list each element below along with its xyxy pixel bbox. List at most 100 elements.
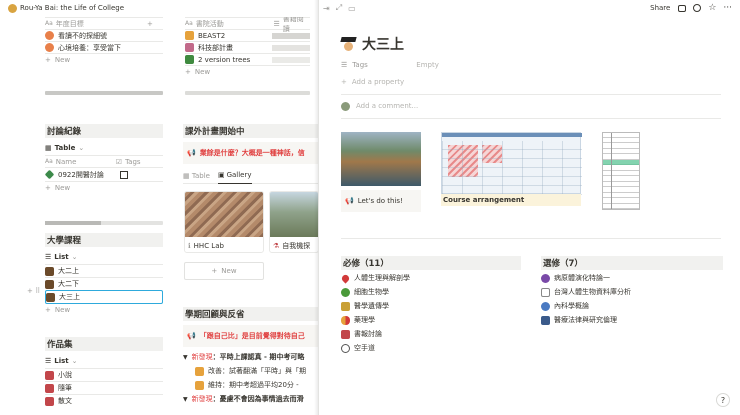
tab-table[interactable]: ▦ Table <box>183 172 210 180</box>
text-prop-icon: Aa <box>185 20 193 27</box>
horizontal-scrollbar[interactable] <box>185 91 310 95</box>
add-property-button[interactable]: + Add a property <box>341 76 404 88</box>
expand-icon[interactable]: ⤢ <box>336 3 342 13</box>
book-icon <box>45 396 54 406</box>
toggle-arrow-icon[interactable]: ▼ <box>183 354 188 361</box>
page-icon <box>8 4 17 13</box>
tab-gallery[interactable]: ▣ Gallery <box>217 168 252 184</box>
megaphone-icon: 📢 <box>187 149 196 157</box>
toggle-item[interactable]: ▼ 新發現 ：憂慮不會因為事情過去而滑 <box>183 392 318 406</box>
list-item[interactable]: 藥理學 <box>341 313 521 327</box>
image-schedule-table[interactable] <box>602 132 640 210</box>
list-item[interactable]: 醫療法律與研究倫理 <box>541 313 723 327</box>
new-row-button[interactable]: + New <box>45 181 163 193</box>
improve-icon <box>195 366 204 376</box>
callout: 📢 業餘是什麼？大概是一種神話，信 <box>183 142 318 164</box>
comment-icon[interactable] <box>678 4 687 12</box>
list-item[interactable]: 細胞生物學 <box>341 285 521 299</box>
diamond-icon <box>44 169 55 180</box>
list-item[interactable]: 人體生理與解剖學 <box>340 271 521 285</box>
help-button[interactable]: ? <box>716 393 730 407</box>
gallery-card[interactable]: ⚗ 自我機探 <box>269 191 318 253</box>
chevron-down-icon: ⌄ <box>71 253 78 261</box>
chevron-down-icon: ⌄ <box>78 144 85 152</box>
horizontal-scrollbar[interactable] <box>45 91 163 95</box>
list-item[interactable]: 空手道 <box>341 341 521 355</box>
megaphone-icon: 📢 <box>345 197 354 205</box>
list-item[interactable]: 大二上 <box>45 264 163 277</box>
section-title: 必修（11） <box>341 256 521 270</box>
goals-table: Aa 年度目標 + 看讀不的探細號 心境培養：享受當下 + New <box>45 17 163 65</box>
toggle-child: 維持 ：期中考超過平均20分 - <box>183 378 318 392</box>
view-switcher[interactable]: List <box>54 357 68 365</box>
horizontal-scrollbar[interactable] <box>45 221 163 225</box>
tags-prop-icon: ☑ <box>115 157 123 166</box>
list-item[interactable]: 散文 <box>45 394 163 407</box>
tags-prop-icon: ☰ <box>341 61 348 69</box>
star-icon[interactable]: ☆ <box>708 3 716 13</box>
graduation-cap-icon <box>46 292 55 302</box>
review-section: 學期回顧與反省 📢 「跟自己比」是目前覺得對待自己 ▼ 新發現 ：平時上課認真 … <box>183 307 318 406</box>
add-column-button[interactable]: + <box>147 20 153 28</box>
stethoscope-icon <box>541 301 550 311</box>
table-row[interactable]: 心境培養：享受當下 <box>45 41 163 53</box>
more-icon[interactable]: ··· <box>723 3 732 13</box>
list-item[interactable]: 醫學遺傳學 <box>341 299 521 313</box>
image-canal[interactable] <box>341 132 421 186</box>
checkbox[interactable] <box>120 170 128 179</box>
microbe-icon <box>341 287 350 297</box>
table-row[interactable]: 看讀不的探細號 <box>45 29 163 41</box>
new-card-button[interactable]: + New <box>184 262 264 280</box>
callout: 📢 Let's do this! <box>341 190 421 212</box>
add-comment-input[interactable]: Add a comment... <box>341 100 418 112</box>
list-view-icon: ☰ <box>45 357 52 365</box>
chevron-down-icon: ⌄ <box>71 357 78 365</box>
book-icon <box>45 370 54 380</box>
view-switcher[interactable]: List <box>54 253 68 261</box>
scales-icon <box>541 315 550 325</box>
divider <box>341 94 721 95</box>
gallery-card[interactable]: ℹ HHC Lab <box>184 191 264 253</box>
elective-courses: 選修（7） 病原體演化特論一 台灣人體生物資料庫分析 內科學概論 醫療法律與研究… <box>541 256 723 327</box>
new-item-button[interactable]: + New <box>45 304 163 316</box>
view-switcher[interactable]: Table <box>55 144 76 152</box>
graduation-cap-icon <box>45 266 54 276</box>
list-item[interactable]: 大二下 <box>45 277 163 290</box>
new-row-button[interactable]: + New <box>185 65 310 77</box>
list-prop-icon: ☰ <box>273 19 280 28</box>
list-item[interactable]: 病原體演化特論一 <box>541 271 723 285</box>
list-item[interactable]: 小說 <box>45 368 163 381</box>
drag-handle-icon[interactable]: + ⠿ <box>27 287 40 295</box>
book-icon <box>341 329 350 339</box>
toggle-item[interactable]: ▼ 新發現 ：平時上課認真 - 期中考可略 <box>183 350 318 364</box>
text-prop-icon: Aa <box>45 20 53 27</box>
list-item[interactable]: 內科學概論 <box>541 299 723 313</box>
clock-icon[interactable] <box>693 4 702 12</box>
section-title: 討論紀錄 <box>45 124 163 138</box>
table-row[interactable]: 科技部計畫 <box>185 41 310 53</box>
new-row-button[interactable]: + New <box>45 53 163 65</box>
caption-course-arrangement: Course arrangement <box>441 194 581 206</box>
page-title[interactable]: 大三上 <box>362 34 404 54</box>
list-item-selected[interactable]: 大三上 <box>45 290 163 304</box>
back-icon[interactable]: ⇥ <box>323 4 330 13</box>
list-item[interactable]: 台灣人體生物資料庫分析 <box>541 285 723 299</box>
list-item[interactable]: 書報討論 <box>341 327 521 341</box>
dna-icon <box>341 301 350 311</box>
divider <box>341 238 721 239</box>
toggle-arrow-icon[interactable]: ▼ <box>183 396 188 403</box>
table-row[interactable]: 2 version trees <box>185 53 310 65</box>
property-tags[interactable]: ☰ Tags Empty <box>341 59 439 71</box>
table-row[interactable]: 0922開醫討論 <box>44 167 163 181</box>
chart-icon <box>541 287 550 297</box>
share-button[interactable]: Share <box>650 4 670 12</box>
open-as-page-icon[interactable]: ▭ <box>348 4 356 13</box>
list-item[interactable]: 隨筆 <box>45 381 163 394</box>
list-view-icon: ☰ <box>45 253 52 261</box>
graduation-cap-icon <box>45 279 54 289</box>
text-prop-icon: Aa <box>45 158 53 165</box>
peek-panel: ⇥ ⤢ ▭ Share ☆ ··· 大三上 ☰ Tags Empty + Add … <box>318 0 740 415</box>
graduation-cap-icon[interactable] <box>340 37 357 51</box>
workspace-title[interactable]: Rou-Ya Bai: the Life of College <box>20 4 124 12</box>
image-course-arrangement[interactable] <box>441 132 582 195</box>
